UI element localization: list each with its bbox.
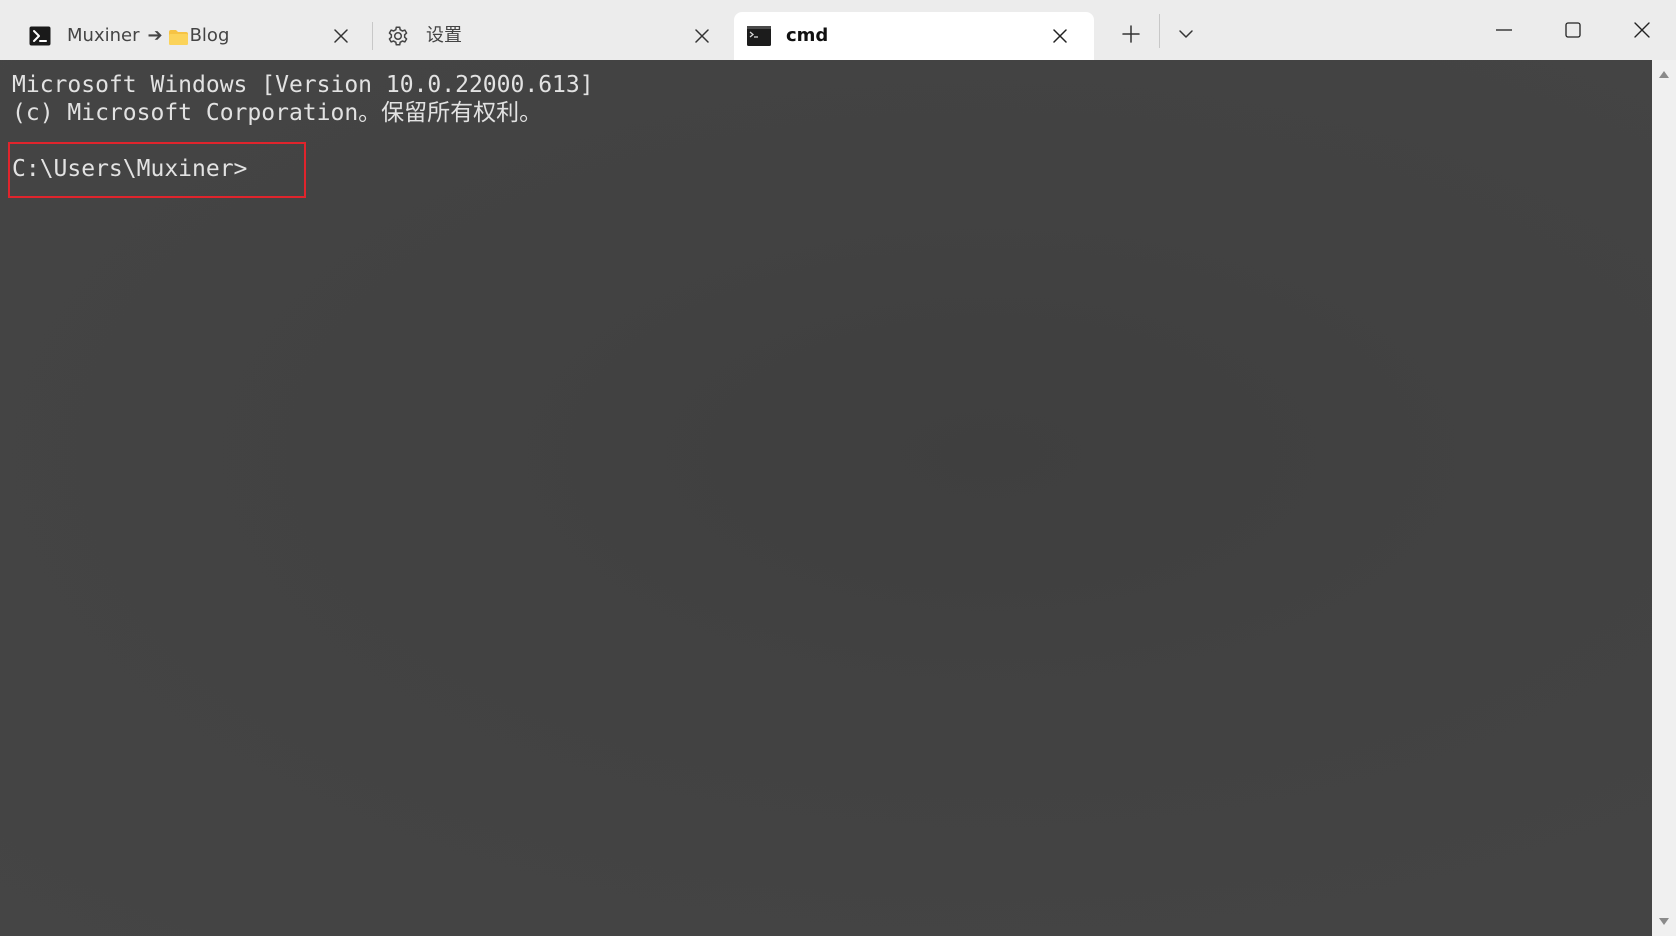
tab-settings-label: 设置 xyxy=(426,25,462,46)
terminal-prompt-icon xyxy=(28,25,52,47)
cmd-icon xyxy=(747,25,771,47)
minimize-icon[interactable] xyxy=(1480,8,1528,52)
tab-cmd[interactable]: cmd xyxy=(734,12,1094,60)
scroll-down-arrow-icon[interactable] xyxy=(1658,916,1670,928)
terminal-output[interactable]: Microsoft Windows [Version 10.0.22000.61… xyxy=(0,60,1652,936)
close-tab-icon[interactable] xyxy=(329,24,353,48)
close-tab-icon[interactable] xyxy=(1048,24,1072,48)
close-tab-icon[interactable] xyxy=(690,24,714,48)
plus-icon[interactable] xyxy=(1115,18,1147,50)
scroll-up-arrow-icon[interactable] xyxy=(1658,68,1670,80)
tab-cmd-label: cmd xyxy=(786,25,829,46)
gear-icon xyxy=(386,25,410,47)
tab-title: Muxiner ➔ Blog xyxy=(67,25,229,47)
tab-title-arrow: ➔ xyxy=(147,25,163,46)
tab-muxiner-blog[interactable]: Muxiner ➔ Blog xyxy=(12,12,370,60)
vertical-scrollbar[interactable] xyxy=(1652,60,1676,936)
tab-bar: Muxiner ➔ Blog 设置 cmd xyxy=(0,0,1676,60)
terminal-line-copyright: (c) Microsoft Corporation。保留所有权利。 xyxy=(12,100,543,126)
chevron-down-icon[interactable] xyxy=(1170,18,1202,50)
folder-icon xyxy=(168,29,188,45)
close-icon[interactable] xyxy=(1618,8,1666,52)
tab-title-folder: Blog xyxy=(189,25,230,46)
tab-settings[interactable]: 设置 xyxy=(372,12,730,60)
toolbar-divider xyxy=(1159,14,1160,48)
maximize-icon[interactable] xyxy=(1549,8,1597,52)
tab-title-user: Muxiner xyxy=(67,25,140,46)
terminal-line-version: Microsoft Windows [Version 10.0.22000.61… xyxy=(12,72,594,98)
terminal-window: Muxiner ➔ Blog 设置 cmd Microsoft Windows … xyxy=(0,0,1676,936)
prompt-highlight-box xyxy=(8,142,306,198)
